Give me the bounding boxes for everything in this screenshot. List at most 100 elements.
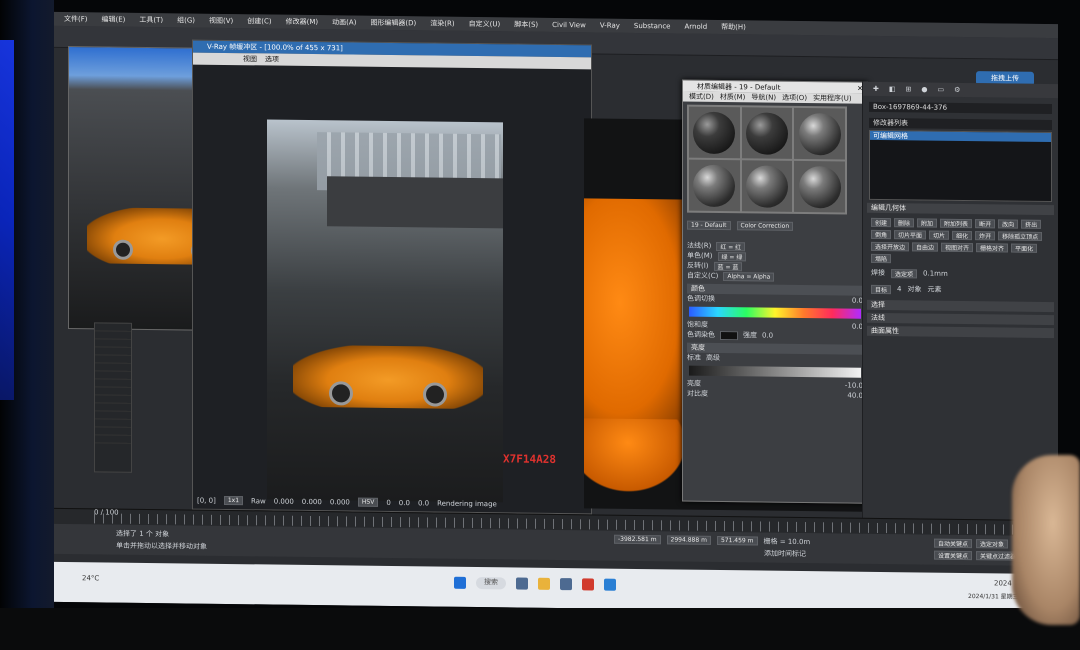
create-tab-icon[interactable]: ✚ — [873, 85, 879, 93]
channel-custom-radio[interactable]: 自定义(C) — [687, 271, 718, 281]
contrast-value[interactable]: 40.0 — [847, 392, 863, 400]
selection-rollout[interactable]: 选择 — [867, 299, 1054, 313]
menu-animation[interactable]: 动画(A) — [332, 17, 356, 27]
display-tab-icon[interactable]: ▭ — [937, 86, 944, 94]
free-edges-button[interactable]: 自由边 — [912, 242, 939, 252]
material-editor-window[interactable]: 材质编辑器 - 19 - Default ✕ 模式(D) 材质(M) 导航(N)… — [682, 79, 868, 504]
standard-radio[interactable]: 标准 — [687, 353, 701, 363]
edit-geometry-rollout[interactable]: 编辑几何体 — [867, 202, 1054, 216]
create-button[interactable]: 创建 — [871, 217, 892, 228]
material-slot[interactable] — [794, 160, 845, 213]
attach-button[interactable]: 附加 — [917, 218, 938, 228]
menu-substance[interactable]: Substance — [634, 22, 671, 30]
material-slot[interactable] — [741, 160, 793, 212]
clock-date[interactable]: 2024/1/31 星期三 — [968, 591, 1019, 601]
vray-menu-options[interactable]: 选项 — [265, 54, 279, 64]
material-slot[interactable] — [794, 107, 845, 160]
surface-properties-rollout[interactable]: 曲面属性 — [867, 325, 1054, 339]
break-button[interactable]: 断开 — [975, 219, 996, 229]
strength-value[interactable]: 0.0 — [762, 332, 773, 340]
view-align-button[interactable]: 视图对齐 — [941, 242, 974, 253]
modifier-list-dropdown[interactable]: 修改器列表 — [869, 117, 1052, 131]
vray-frame-buffer-window[interactable]: V-Ray 帧缓冲区 - [100.0% of 455 x 731] 视图 选项… — [192, 39, 592, 515]
vray-zoom-select[interactable]: 1x1 — [223, 495, 244, 506]
brightness-value[interactable]: -10.0 — [845, 382, 863, 390]
mat-menu-modes[interactable]: 模式(D) — [689, 92, 714, 102]
z-coordinate[interactable]: 571.459 m — [716, 535, 758, 546]
weld-value[interactable]: 0.1mm — [923, 269, 948, 277]
menu-vray[interactable]: V-Ray — [600, 22, 620, 30]
material-slot[interactable] — [689, 106, 740, 159]
clock-time[interactable]: 2024 — [994, 579, 1012, 587]
channel-normal-value[interactable]: 红 = 红 — [716, 241, 746, 251]
menu-graph-editors[interactable]: 图形编辑器(D) — [370, 18, 416, 29]
make-planar-button[interactable]: 平面化 — [1011, 243, 1038, 253]
channel-custom-value[interactable]: Alpha = Alpha — [723, 271, 775, 282]
weather-widget[interactable]: 24°C — [82, 574, 99, 582]
channel-invert-radio[interactable]: 反转(I) — [687, 261, 709, 271]
material-name-field[interactable]: 19 - Default — [687, 220, 731, 231]
mat-menu-material[interactable]: 材质(M) — [720, 92, 746, 102]
bevel-button[interactable]: 倒角 — [871, 229, 892, 240]
search-box[interactable]: 搜索 — [476, 577, 506, 590]
material-type-button[interactable]: Color Correction — [736, 221, 794, 231]
modifier-stack[interactable]: 可编辑网格 — [869, 129, 1052, 203]
material-slot[interactable] — [689, 159, 740, 212]
object-radio[interactable]: 对象 — [907, 284, 921, 294]
motion-tab-icon[interactable]: ● — [921, 85, 927, 93]
windows-start-icon[interactable] — [454, 576, 466, 589]
material-slot[interactable] — [741, 107, 793, 159]
object-name-field[interactable]: Box-1697869-44-376 — [869, 101, 1052, 115]
file-explorer-icon[interactable] — [538, 577, 550, 590]
hue-gradient-slider[interactable] — [689, 306, 861, 319]
channel-mono-radio[interactable]: 单色(M) — [687, 251, 713, 261]
modifier-stack-item[interactable]: 可编辑网格 — [870, 130, 1051, 143]
task-view-icon[interactable] — [516, 577, 528, 590]
menu-arnold[interactable]: Arnold — [684, 23, 707, 31]
menu-file[interactable]: 文件(F) — [64, 14, 88, 24]
hierarchy-tab-icon[interactable]: ⊞ — [906, 85, 912, 93]
grid-align-button[interactable]: 栅格对齐 — [976, 243, 1009, 253]
mat-menu-options[interactable]: 选项(O) — [782, 93, 807, 103]
vray-color-mode-select[interactable]: HSV — [357, 497, 379, 507]
menu-tools[interactable]: 工具(T) — [139, 15, 163, 25]
modify-tab-icon[interactable]: ◧ — [889, 85, 896, 93]
slice-button[interactable]: 切片 — [929, 230, 950, 240]
select-open-edges-button[interactable]: 选择开放边 — [871, 241, 910, 252]
weld-selected-button[interactable]: 选定项 — [891, 268, 918, 278]
app-icon[interactable] — [560, 578, 572, 591]
tessellate-button[interactable]: 细化 — [952, 230, 973, 241]
set-key-button[interactable]: 设置关键点 — [934, 550, 973, 561]
weld-target-button[interactable]: 目标 — [871, 284, 892, 294]
channel-normal-radio[interactable]: 法线(R) — [687, 241, 711, 251]
remove-isolated-button[interactable]: 移除孤立顶点 — [998, 231, 1043, 241]
advanced-radio[interactable]: 高级 — [706, 353, 720, 363]
mat-menu-utilities[interactable]: 实用程序(U) — [813, 93, 852, 103]
normal-rollout[interactable]: 法线 — [867, 312, 1054, 326]
auto-key-button[interactable]: 自动关键点 — [934, 538, 973, 549]
menu-civil-view[interactable]: Civil View — [552, 21, 586, 29]
element-radio[interactable]: 元素 — [927, 285, 941, 295]
slice-plane-button[interactable]: 切片平面 — [894, 230, 927, 240]
x-coordinate[interactable]: -3982.581 m — [614, 534, 661, 545]
mat-menu-navigation[interactable]: 导航(N) — [751, 92, 776, 102]
menu-create[interactable]: 创建(C) — [247, 16, 271, 26]
attach-list-button[interactable]: 附加列表 — [940, 218, 973, 229]
menu-customize[interactable]: 自定义(U) — [469, 19, 501, 29]
menu-views[interactable]: 视图(V) — [209, 16, 233, 26]
turn-button[interactable]: 改向 — [998, 219, 1019, 229]
extrude-button[interactable]: 挤出 — [1021, 219, 1042, 229]
menu-scripting[interactable]: 脚本(S) — [514, 19, 538, 29]
menu-modifiers[interactable]: 修改器(M) — [286, 17, 319, 27]
utilities-tab-icon[interactable]: ⚙ — [954, 86, 960, 94]
selected-object-dropdown[interactable]: 选定对象 — [976, 539, 1009, 549]
vray-menu-view[interactable]: 视图 — [243, 54, 257, 64]
menu-rendering[interactable]: 渲染(R) — [430, 18, 454, 28]
delete-button[interactable]: 删除 — [894, 218, 915, 228]
collapse-button[interactable]: 塌陷 — [871, 253, 892, 264]
explode-button[interactable]: 炸开 — [975, 231, 996, 241]
target-value[interactable]: 4 — [897, 285, 901, 293]
add-time-tag[interactable]: 添加时间标记 — [764, 549, 806, 560]
app-icon-red[interactable] — [582, 578, 594, 591]
scene-explorer-panel[interactable] — [94, 322, 132, 473]
